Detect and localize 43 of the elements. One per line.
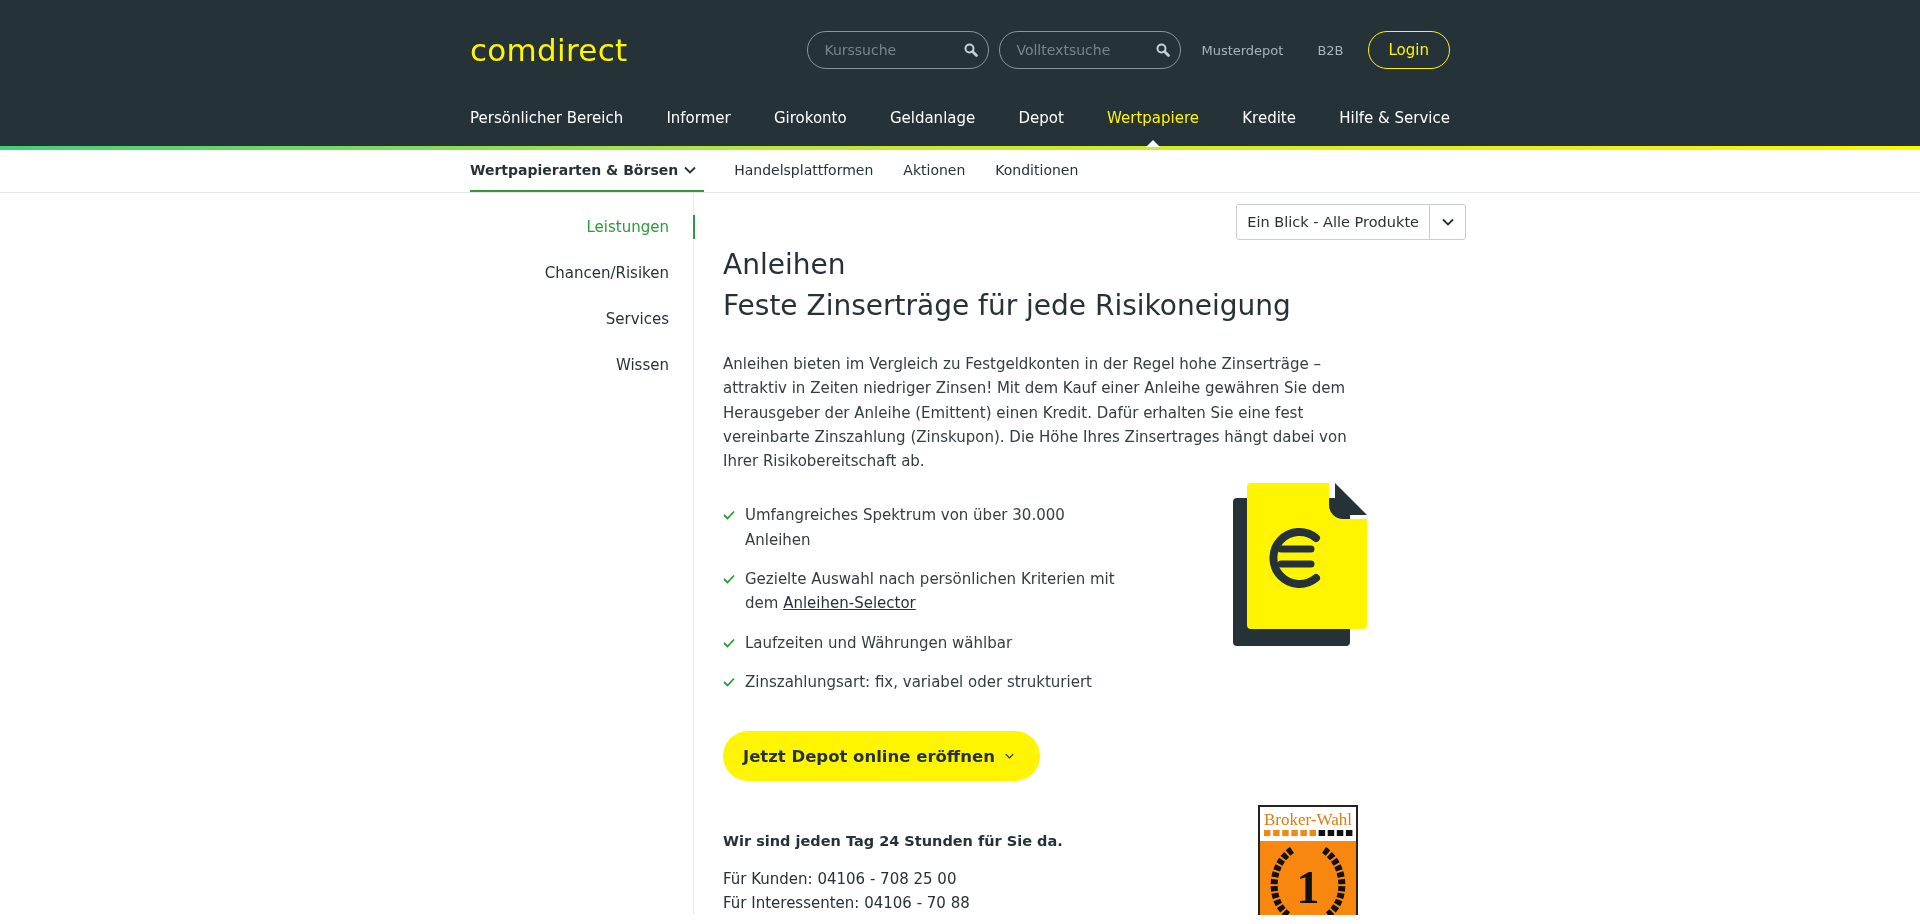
page-title: Anleihen: [723, 247, 847, 283]
sub-nav-tab[interactable]: Handelsplattformen: [734, 150, 874, 192]
euro-document-icon: [1233, 483, 1367, 647]
check-icon: [723, 574, 735, 585]
main-nav-item[interactable]: Geldanlage: [889, 100, 976, 146]
main-nav-item[interactable]: Hilfe & Service: [1339, 100, 1450, 146]
phone-line: Für Interessenten: 04106 - 70 88: [723, 893, 971, 915]
feature-text: Zinszahlungsart: fix, variabel oder strukturiert: [745, 671, 1092, 693]
sub-nav-tab[interactable]: Konditionen: [995, 150, 1079, 192]
product-select[interactable]: Ein Blick - Alle Produkte: [1236, 204, 1466, 240]
sidebar-item[interactable]: Services: [605, 307, 695, 331]
search-icon[interactable]: [964, 43, 979, 57]
sub-nav-tab[interactable]: Aktionen: [903, 150, 966, 192]
selector-link[interactable]: Anleihen-Selector: [783, 594, 916, 613]
feature-text: Laufzeiten und Währungen wählbar: [745, 632, 1013, 654]
feature-text: Umfangreiches Spektrum von über 30.000 Anleihen: [745, 505, 1066, 551]
chevron-down-icon: [1004, 753, 1014, 760]
contact-heading: Wir sind jeden Tag 24 Stunden für Sie da.: [723, 833, 1063, 850]
search-icon[interactable]: [1156, 43, 1171, 57]
page-title: Feste Zinserträge für jede Risikoneigung: [723, 288, 1292, 324]
main-nav-item[interactable]: Informer: [666, 100, 731, 146]
check-icon: [723, 676, 735, 687]
phone-line: Für Kunden: 04106 - 708 25 00: [723, 869, 958, 891]
open-depot-button[interactable]: Jetzt Depot online eröffnen: [723, 731, 1040, 782]
check-icon: [723, 510, 735, 521]
sidebar-item[interactable]: Leistungen: [586, 215, 695, 239]
chevron-down-icon: [1441, 218, 1454, 226]
logo[interactable]: comdirect: [470, 32, 628, 68]
sub-nav-tab[interactable]: Wertpapierarten & Börsen: [470, 150, 705, 192]
search-input[interactable]: Volltextsuche: [1014, 41, 1157, 59]
search-input[interactable]: Kurssuche: [822, 41, 965, 59]
sidebar-item[interactable]: Chancen/Risiken: [544, 261, 695, 285]
main-nav-item[interactable]: Depot: [1018, 100, 1064, 146]
feature-text: Gezielte Auswahl nach persönlichen Kriterien mit dem Anleihen-Selector: [745, 569, 1116, 615]
broker-award-badge: Broker-Wahl 1: [1258, 805, 1358, 916]
main-nav-item[interactable]: Kredite: [1242, 100, 1296, 146]
intro-paragraph: Anleihen bieten im Vergleich zu Festgeldkonten in der Regel hohe Zinserträge – attraktiv in Zeiten niedriger Zinsen! Mit dem Kauf einer Anleihe gewähren Sie dem Herausgeber der Anleihe (Emittent) einen Kredit. Dafür erhalten Sie eine fest vereinbarte Zinszahlung (Zinskupon). Die Höhe Ihres Zinsertrages hängt dabei von Ihrer Risikobereitschaft ab.: [723, 354, 1348, 473]
main-nav-item[interactable]: Persönlicher Bereich: [470, 100, 624, 146]
sidebar-item[interactable]: Wissen: [615, 353, 695, 377]
header-link[interactable]: Musterdepot: [1201, 42, 1284, 58]
header-link[interactable]: B2B: [1317, 42, 1344, 58]
main-nav-item[interactable]: Girokonto: [773, 100, 847, 146]
check-icon: [723, 637, 735, 648]
